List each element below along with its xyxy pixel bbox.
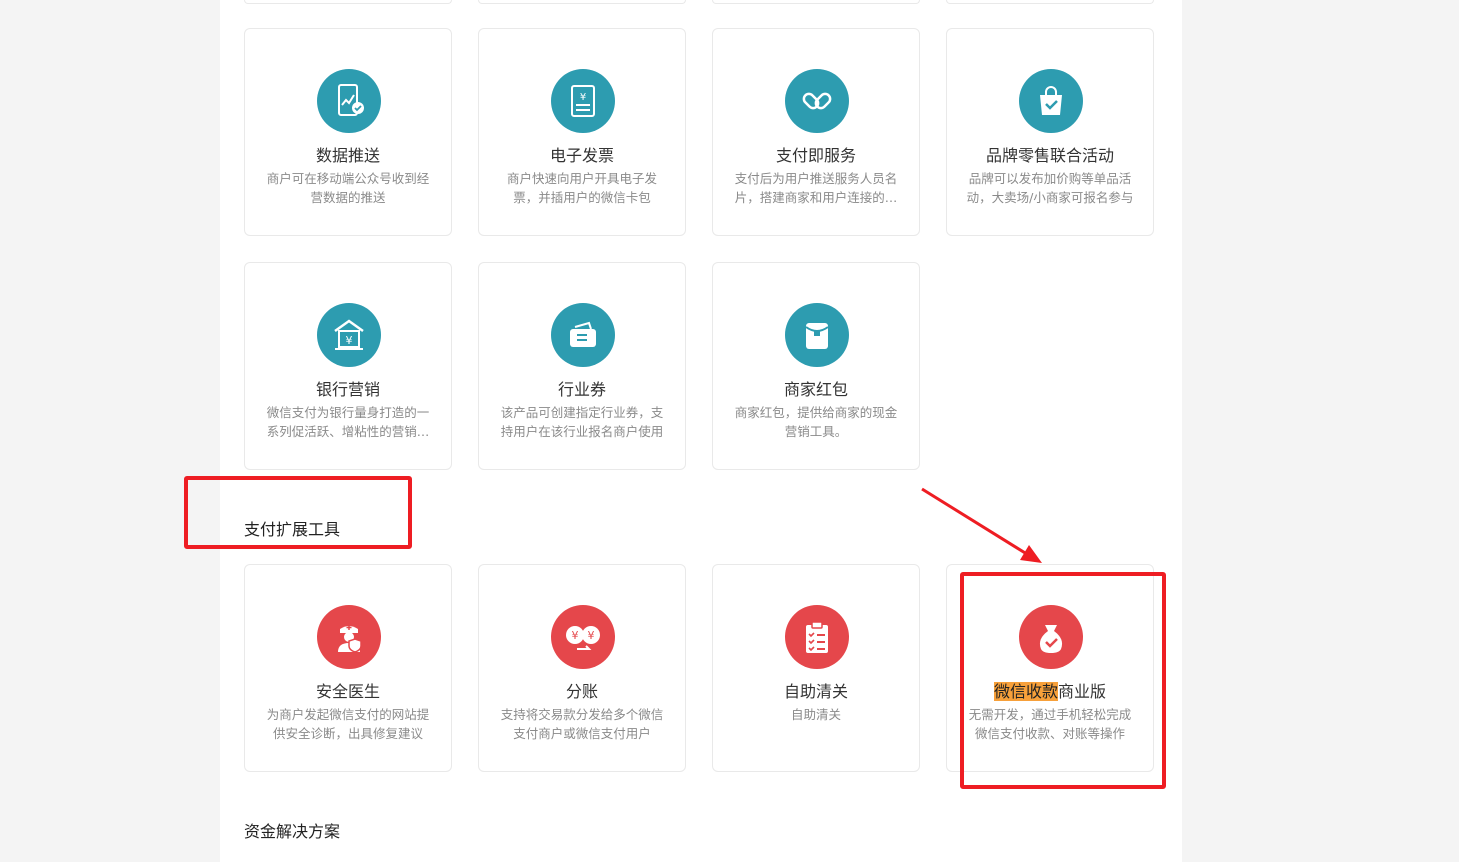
card-description: 支持将交易款分发给多个微信支付商户或微信支付用户 [500,707,664,741]
card-description: 商家红包，提供给商家的现金营销工具。 [734,405,898,439]
card-description: 为商户发起微信支付的网站提供安全诊断，出具修复建议 [266,707,430,741]
card-description: 自助清关 [790,707,841,722]
red-envelope-icon [785,303,849,367]
link-icon [785,69,849,133]
invoice-icon: ¥ [551,69,615,133]
product-card-pay-service[interactable]: 支付即服务 支付后为用户推送服务人员名片，搭建商家和用户连接的桥梁 [712,28,920,236]
split-money-icon: ¥ ¥ [551,605,615,669]
product-card-security-doctor[interactable]: 安全医生 为商户发起微信支付的网站提供安全诊断，出具修复建议 [244,564,452,772]
card-title: 支付即服务 [775,146,856,165]
card-title: 微信收款商业版 [947,678,1153,702]
card-title: 行业券 [557,380,606,399]
card-description: 无需开发，通过手机轻松完成微信支付收款、对账等操作 [968,707,1132,741]
card-title: 自助清关 [783,682,848,701]
product-card-self-customs[interactable]: 自助清关 自助清关 [712,564,920,772]
card-description: 品牌可以发布加价购等单品活动，大卖场/小商家可报名参与 [966,171,1134,205]
bank-icon: ¥ [317,303,381,367]
product-card-data-push[interactable]: 数据推送 商户可在移动端公众号收到经营数据的推送 [244,28,452,236]
card-title: 电子发票 [549,146,614,165]
section-title-fund-solutions: 资金解决方案 [244,822,341,841]
product-card-partial[interactable] [946,0,1154,4]
mobile-chart-icon [317,69,381,133]
card-title: 商家红包 [783,380,848,399]
search-highlight: 微信收款 [993,682,1058,701]
card-description: 商户快速向用户开具电子发票，并插用户的微信卡包 [506,171,657,205]
svg-text:¥: ¥ [346,334,353,347]
product-card-bank-marketing[interactable]: ¥ 银行营销 微信支付为银行量身打造的一系列促活跃、增粘性的营销工具 [244,262,452,470]
shopping-bag-icon [1019,69,1083,133]
svg-text:¥: ¥ [572,629,579,642]
card-description: 微信支付为银行量身打造的一系列促活跃、增粘性的营销工具 [266,405,430,439]
card-description: 支付后为用户推送服务人员名片，搭建商家和用户连接的桥梁 [734,171,898,205]
product-card-wechat-payment-business[interactable]: 微信收款商业版 无需开发，通过手机轻松完成微信支付收款、对账等操作 [946,564,1154,772]
product-card-brand-retail[interactable]: 品牌零售联合活动 品牌可以发布加价购等单品活动，大卖场/小商家可报名参与 [946,28,1154,236]
product-card-profit-sharing[interactable]: ¥ ¥ 分账 支持将交易款分发给多个微信支付商户或微信支付用户 [478,564,686,772]
product-card-partial[interactable] [712,0,920,4]
card-title-rest: 商业版 [1058,682,1107,701]
card-title: 安全医生 [315,682,380,701]
clipboard-check-icon [785,605,849,669]
product-card-merchant-red-packet[interactable]: 商家红包 商家红包，提供给商家的现金营销工具。 [712,262,920,470]
card-title: 数据推送 [315,146,380,165]
card-title: 分账 [565,682,598,701]
card-title: 银行营销 [315,380,380,399]
card-description: 商户可在移动端公众号收到经营数据的推送 [266,171,430,205]
svg-text:¥: ¥ [580,92,586,103]
money-bag-check-icon [1019,605,1083,669]
wallet-icon [551,303,615,367]
section-title-payment-tools: 支付扩展工具 [244,520,341,539]
doctor-shield-icon [317,605,381,669]
svg-text:¥: ¥ [588,629,595,642]
card-description: 该产品可创建指定行业券，支持用户在该行业报名商户使用 [500,405,664,439]
product-card-partial[interactable] [244,0,452,4]
product-card-partial[interactable] [478,0,686,4]
product-card-e-invoice[interactable]: ¥ 电子发票 商户快速向用户开具电子发票，并插用户的微信卡包 [478,28,686,236]
product-card-industry-coupon[interactable]: 行业券 该产品可创建指定行业券，支持用户在该行业报名商户使用 [478,262,686,470]
card-title: 品牌零售联合活动 [985,146,1114,165]
